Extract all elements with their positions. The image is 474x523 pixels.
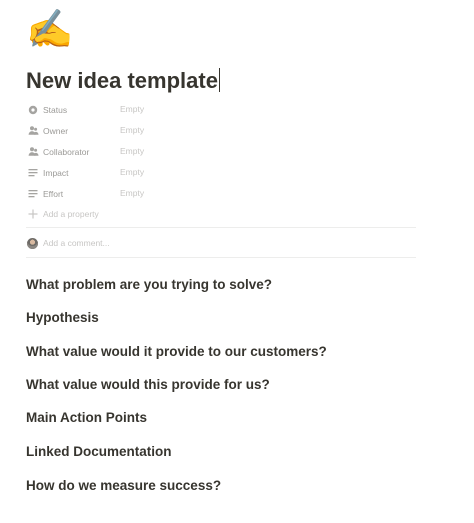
- person-icon: [27, 146, 39, 158]
- add-comment-field[interactable]: Add a comment...: [26, 234, 110, 252]
- heading-problem[interactable]: What problem are you trying to solve?: [26, 275, 272, 295]
- divider: [26, 227, 416, 228]
- property-label: Owner: [43, 125, 69, 136]
- status-icon: [27, 104, 39, 116]
- plus-icon: [27, 208, 39, 220]
- heading-linked-documentation[interactable]: Linked Documentation: [26, 442, 172, 462]
- property-row-impact[interactable]: Impact Empty: [26, 162, 416, 183]
- person-icon: [27, 125, 39, 137]
- notion-page: ✍️ New idea template Status Empty Owner …: [0, 0, 474, 523]
- property-value-collaborator[interactable]: Empty: [120, 141, 144, 162]
- heading-measure-success[interactable]: How do we measure success?: [26, 476, 221, 496]
- property-label: Impact: [43, 167, 69, 178]
- page-title[interactable]: New idea template: [26, 64, 220, 98]
- property-row-effort[interactable]: Effort Empty: [26, 183, 416, 204]
- page-title-text[interactable]: New idea template: [26, 68, 218, 93]
- property-value-effort[interactable]: Empty: [120, 183, 144, 204]
- property-label: Collaborator: [43, 146, 90, 157]
- property-label: Effort: [43, 188, 64, 199]
- property-label: Status: [43, 104, 68, 115]
- property-value-impact[interactable]: Empty: [120, 162, 144, 183]
- divider: [26, 257, 416, 258]
- property-row-status[interactable]: Status Empty: [26, 99, 416, 120]
- text-caret: [218, 68, 220, 93]
- property-value-status[interactable]: Empty: [120, 99, 144, 120]
- property-name-effort[interactable]: Effort: [26, 183, 118, 204]
- property-name-status[interactable]: Status: [26, 99, 118, 120]
- text-lines-icon: [27, 167, 39, 179]
- heading-main-action-points[interactable]: Main Action Points: [26, 408, 147, 428]
- add-property-label: Add a property: [43, 209, 99, 219]
- page-emoji-icon[interactable]: ✍️: [26, 6, 73, 52]
- property-name-collaborator[interactable]: Collaborator: [26, 141, 118, 162]
- property-name-impact[interactable]: Impact: [26, 162, 118, 183]
- property-name-owner[interactable]: Owner: [26, 120, 118, 141]
- heading-our-value[interactable]: What value would this provide for us?: [26, 375, 270, 395]
- property-value-owner[interactable]: Empty: [120, 120, 144, 141]
- comment-placeholder: Add a comment...: [43, 238, 110, 248]
- heading-hypothesis[interactable]: Hypothesis: [26, 308, 99, 328]
- heading-customer-value[interactable]: What value would it provide to our custo…: [26, 342, 327, 362]
- property-row-collaborator[interactable]: Collaborator Empty: [26, 141, 416, 162]
- text-lines-icon: [27, 188, 39, 200]
- avatar: [27, 237, 38, 249]
- property-row-owner[interactable]: Owner Empty: [26, 120, 416, 141]
- add-property-button[interactable]: Add a property: [26, 204, 99, 224]
- property-list: Status Empty Owner Empty Collaborator Em…: [26, 99, 416, 204]
